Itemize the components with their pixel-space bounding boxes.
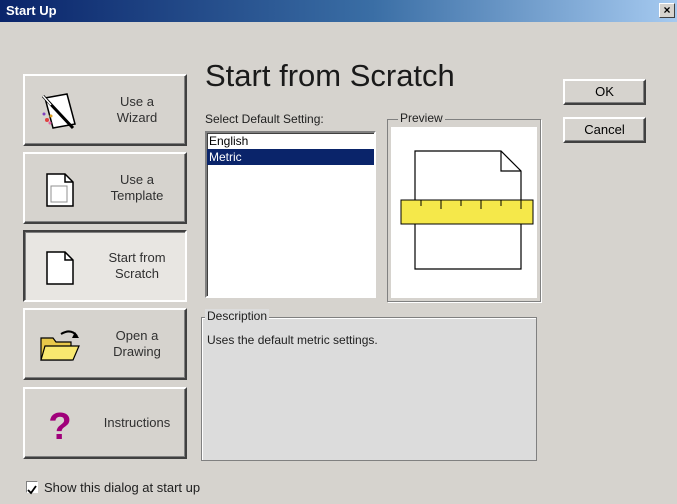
instructions-label: Instructions (103, 415, 171, 430)
question-mark-icon: ? (48, 406, 71, 445)
preview-label: Preview (398, 111, 445, 125)
list-item-metric[interactable]: Metric (207, 149, 374, 165)
close-button[interactable]: × (659, 3, 675, 18)
use-template-label: Use a Template (110, 172, 164, 203)
close-icon: × (663, 3, 671, 17)
preview-panel (391, 127, 537, 298)
title-bar: Start Up × (0, 0, 677, 22)
ok-button[interactable]: OK (563, 79, 646, 105)
start-from-scratch-label: Start from Scratch (108, 250, 166, 281)
open-drawing-button[interactable]: Open a Drawing (23, 308, 187, 380)
start-from-scratch-button[interactable]: Start from Scratch (23, 230, 187, 302)
description-box: Uses the default metric settings. (201, 317, 537, 461)
list-item-english[interactable]: English (207, 133, 374, 149)
open-folder-icon (40, 330, 80, 361)
show-dialog-label: Show this dialog at start up (44, 480, 201, 495)
select-default-setting-label: Select Default Setting: (205, 112, 324, 126)
default-setting-list[interactable]: English Metric (205, 131, 376, 298)
checkmark-icon (27, 485, 37, 495)
svg-text:?: ? (48, 406, 71, 445)
use-wizard-button[interactable]: Use a Wizard (23, 74, 187, 146)
ruler-icon (400, 199, 534, 225)
use-wizard-label: Use a Wizard (116, 94, 158, 125)
show-dialog-checkbox[interactable] (26, 481, 38, 495)
template-icon (46, 173, 74, 207)
wizard-icon (41, 93, 76, 130)
open-drawing-label: Open a Drawing (113, 328, 161, 359)
blank-page-icon (46, 251, 74, 285)
cancel-button[interactable]: Cancel (563, 117, 646, 143)
instructions-button[interactable]: ? Instructions (23, 387, 187, 459)
description-text: Uses the default metric settings. (207, 333, 378, 347)
page-title: Start from Scratch (205, 58, 455, 93)
description-label: Description (205, 309, 270, 323)
preview-image (400, 150, 534, 270)
use-template-button[interactable]: Use a Template (23, 152, 187, 224)
window-title: Start Up (6, 3, 57, 18)
